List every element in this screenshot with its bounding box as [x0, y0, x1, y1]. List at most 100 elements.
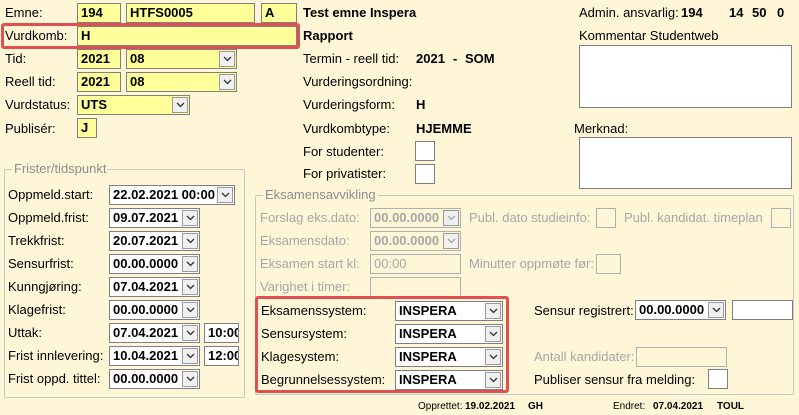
publ-kand-label: Publ. kandidat. timeplan — [624, 210, 763, 225]
klagesystem-value: INSPERA — [399, 349, 457, 364]
publ-dato-checkbox[interactable] — [596, 208, 616, 228]
termin-year: 2021 — [416, 51, 445, 66]
eksamensdato-label: Eksamensdato: — [260, 233, 350, 248]
kommentar-label: Kommentar Studentweb — [579, 28, 719, 43]
varighet-field[interactable] — [370, 277, 461, 297]
uttak-time-field[interactable]: 10:00 — [204, 323, 239, 343]
chevron-down-icon[interactable] — [182, 325, 198, 341]
frist-oppd-tittel-select[interactable]: 00.00.0000 — [109, 369, 200, 389]
eksamenssystem-select[interactable]: INSPERA — [395, 301, 503, 321]
chevron-down-icon[interactable] — [485, 349, 501, 365]
sensur-registrert-extra-field[interactable] — [732, 300, 793, 320]
frist-innlevering-label: Frist innlevering: — [8, 348, 104, 363]
tid-year-field[interactable]: 2021 — [77, 49, 121, 69]
vurdstatus-select[interactable]: UTS — [77, 95, 190, 115]
chevron-down-icon[interactable] — [182, 210, 198, 226]
chevron-down-icon[interactable] — [485, 372, 501, 388]
vurderingsordning-label: Vurderingsordning: — [303, 74, 413, 89]
chevron-down-icon[interactable] — [708, 302, 724, 318]
tid-term-select[interactable]: 08 — [126, 49, 237, 69]
chevron-down-icon[interactable] — [172, 97, 188, 113]
termin-term: SOM — [465, 51, 495, 66]
for-studenter-checkbox[interactable] — [415, 141, 435, 161]
oppmeld-frist-label: Oppmeld.frist: — [8, 210, 89, 225]
emne-version-field[interactable]: A — [261, 3, 297, 23]
opprettet-date: 19.02.2021 — [465, 401, 516, 412]
kommentar-textarea[interactable] — [579, 45, 792, 108]
chevron-down-icon[interactable] — [182, 302, 198, 318]
publ-dato-label: Publ. dato studieinfo: — [469, 210, 591, 225]
kunngjoring-value: 07.04.2021 — [113, 279, 179, 294]
klagefrist-label: Klagefrist: — [8, 302, 66, 317]
chevron-down-icon[interactable] — [443, 233, 459, 249]
tid-label: Tid: — [5, 51, 27, 66]
vurdkombtype-value: HJEMME — [416, 121, 472, 136]
sensur-registrert-label: Sensur registrert: — [534, 303, 634, 318]
klagesystem-select[interactable]: INSPERA — [395, 347, 503, 367]
admin-inst: 194 — [681, 5, 703, 20]
uttak-select[interactable]: 07.04.2021 — [109, 323, 200, 343]
antall-kandidater-field[interactable] — [636, 347, 727, 367]
publiser-field[interactable]: J — [77, 118, 97, 138]
reell-tid-label: Reell tid: — [5, 74, 56, 89]
opprettet-label: Opprettet: — [418, 401, 463, 412]
begrunnelsessystem-select[interactable]: INSPERA — [395, 370, 503, 390]
trekkfrist-select[interactable]: 20.07.2021 — [109, 231, 200, 251]
chevron-down-icon[interactable] — [443, 210, 459, 226]
oppmeld-frist-value: 09.07.2021 — [113, 210, 179, 225]
termin-sep: - — [453, 51, 458, 66]
eksamensdato-select[interactable]: 00.00.0000 — [370, 231, 461, 251]
for-privatister-label: For privatister: — [303, 166, 387, 181]
reell-tid-year-field[interactable]: 2021 — [77, 72, 121, 92]
sensurfrist-value: 00.00.0000 — [113, 256, 179, 271]
eksamenssystem-label: Eksamenssystem: — [261, 303, 367, 318]
klagefrist-value: 00.00.0000 — [113, 302, 179, 317]
chevron-down-icon[interactable] — [182, 279, 198, 295]
tid-term-value: 08 — [130, 51, 145, 66]
oppmeld-start-value: 22.02.2021 00:00 — [113, 187, 215, 202]
sensur-registrert-select[interactable]: 00.00.0000 — [635, 300, 726, 320]
start-kl-field[interactable]: 00:00 — [370, 254, 461, 274]
chevron-down-icon[interactable] — [217, 187, 233, 203]
forslag-select[interactable]: 00.00.0000 — [370, 208, 461, 228]
sensurfrist-select[interactable]: 00.00.0000 — [109, 254, 200, 274]
sensursystem-select[interactable]: INSPERA — [395, 324, 503, 344]
chevron-down-icon[interactable] — [182, 371, 198, 387]
chevron-down-icon[interactable] — [219, 51, 235, 67]
reell-tid-term-select[interactable]: 08 — [126, 72, 237, 92]
oppmeld-start-select[interactable]: 22.02.2021 00:00 — [109, 185, 235, 205]
frist-innlevering-time-field[interactable]: 12:00 — [204, 346, 239, 366]
frist-innlevering-select[interactable]: 10.04.2021 — [109, 346, 200, 366]
frist-oppd-tittel-label: Frist oppd. tittel: — [8, 371, 101, 386]
chevron-down-icon[interactable] — [182, 233, 198, 249]
admin-fak: 14 — [729, 5, 744, 20]
sensur-registrert-value: 00.00.0000 — [639, 302, 705, 317]
oppmeld-start-label: Oppmeld.start: — [8, 187, 94, 202]
klagefrist-select[interactable]: 00.00.0000 — [109, 300, 200, 320]
merknad-textarea[interactable] — [579, 137, 792, 189]
oppmeld-frist-select[interactable]: 09.07.2021 — [109, 208, 200, 228]
chevron-down-icon[interactable] — [182, 348, 198, 364]
opprettet-user: GH — [528, 401, 543, 412]
emne-inst-field[interactable]: 194 — [77, 3, 121, 23]
vurderingsform-label: Vurderingsform: — [303, 97, 395, 112]
kunngjoring-select[interactable]: 07.04.2021 — [109, 277, 200, 297]
merknad-label: Merknad: — [574, 121, 629, 136]
sensursystem-label: Sensursystem: — [261, 326, 347, 341]
chevron-down-icon[interactable] — [182, 256, 198, 272]
emne-code-field[interactable]: HTFS0005 — [126, 3, 255, 23]
start-kl-label: Eksamen start kl: — [260, 256, 360, 271]
endret-user: TOUL — [717, 401, 745, 412]
minutter-field[interactable] — [596, 254, 621, 274]
endret-label: Endret: — [613, 401, 646, 412]
publ-kand-checkbox[interactable] — [771, 208, 791, 228]
vurdkomb-highlight — [1, 23, 300, 49]
varighet-label: Varighet i timer: — [260, 279, 351, 294]
chevron-down-icon[interactable] — [485, 303, 501, 319]
for-privatister-checkbox[interactable] — [415, 164, 435, 184]
sensursystem-value: INSPERA — [399, 326, 457, 341]
chevron-down-icon[interactable] — [485, 326, 501, 342]
publiser-sensur-checkbox[interactable] — [708, 369, 728, 389]
emne-label: Emne: — [5, 5, 43, 20]
chevron-down-icon[interactable] — [219, 74, 235, 90]
